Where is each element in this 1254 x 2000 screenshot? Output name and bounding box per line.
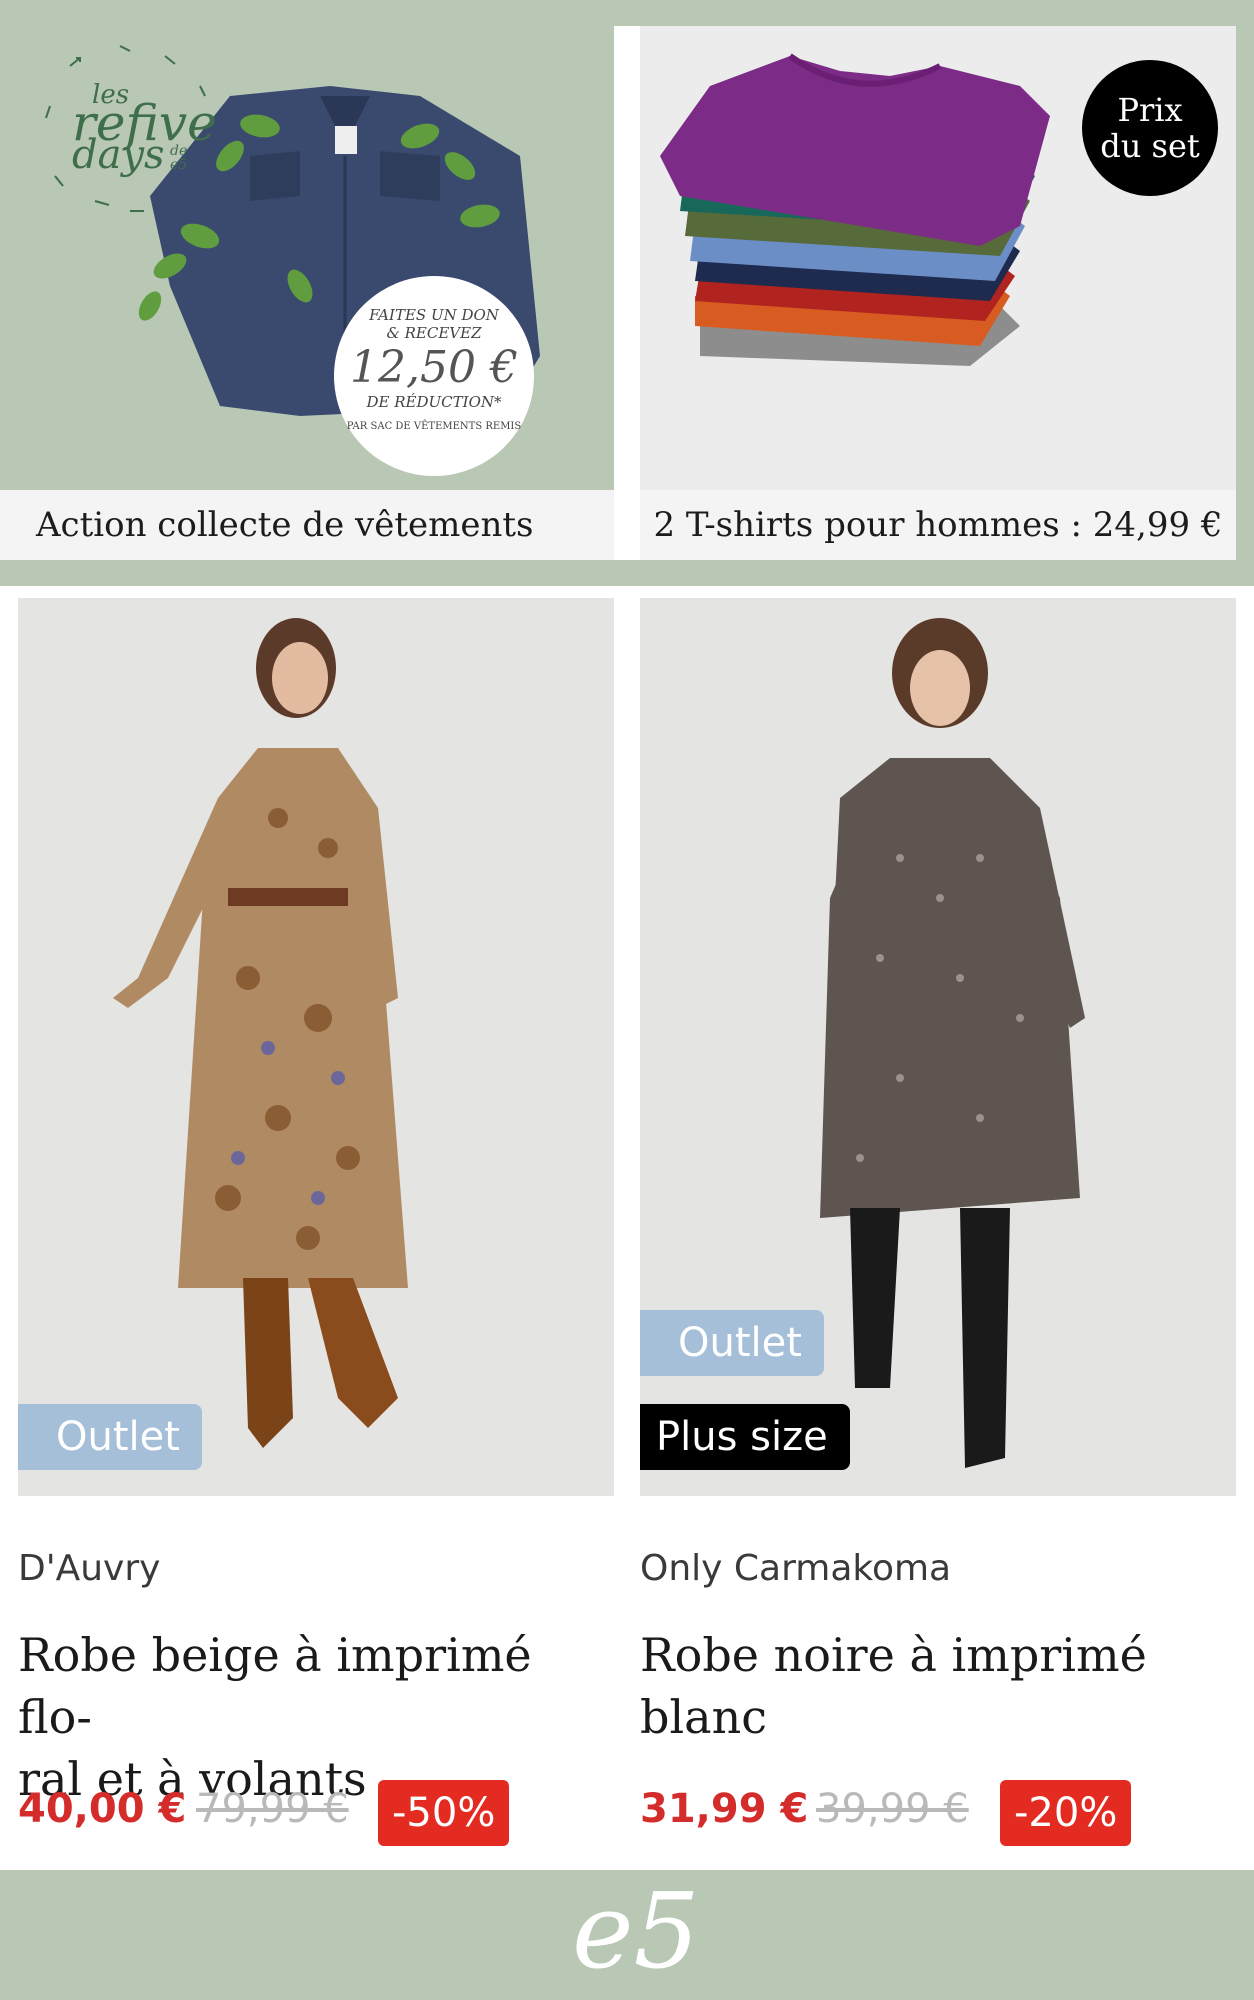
promo-right-caption[interactable]: 2 T-shirts pour hommes : 24,99 €: [640, 490, 1236, 560]
badge-amount: 12,50 €: [350, 342, 518, 393]
discount-badge-2: -20%: [1000, 1780, 1132, 1846]
tshirt-set-banner[interactable]: Prix du set: [640, 26, 1236, 490]
set-price-badge-line2: du set: [1100, 127, 1200, 165]
donation-badge: FAITES UN DON & RECEVEZ 12,50 € DE RÉDUC…: [334, 276, 534, 476]
product-old-price-2: 39,99 €: [816, 1786, 969, 1832]
product-title-2[interactable]: Robe noire à imprimé blanc: [640, 1624, 1240, 1748]
product-price-2: 31,99 €: [640, 1786, 809, 1832]
product-title-2-line1: Robe noire à imprimé: [640, 1628, 1147, 1682]
refive-days-banner[interactable]: les refive days de e5 FAITES UN DON & RE…: [0, 26, 614, 490]
badge-line2: & RECEVEZ: [386, 324, 482, 342]
plus-size-tag: Plus size: [640, 1404, 850, 1470]
product-brand-1[interactable]: D'Auvry: [18, 1548, 160, 1589]
badge-line1: FAITES UN DON: [369, 306, 499, 324]
product-title-1[interactable]: Robe beige à imprimé flo- ral et à volan…: [18, 1624, 618, 1810]
refive-logo-days: days: [72, 132, 165, 178]
divider-band: [0, 560, 1254, 586]
set-price-badge-line1: Prix: [1117, 91, 1183, 129]
promo-right-caption-text: 2 T-shirts pour hommes : 24,99 €: [653, 505, 1223, 545]
gutter: [614, 26, 640, 586]
product-brand-2[interactable]: Only Carmakoma: [640, 1548, 951, 1589]
product-image-1[interactable]: Outlet: [18, 598, 614, 1496]
product-old-price-1: 79,99 €: [196, 1786, 349, 1832]
outlet-tag-2: Outlet: [640, 1310, 824, 1376]
e5-logo[interactable]: e5: [572, 1870, 700, 1992]
product-price-1: 40,00 €: [18, 1786, 187, 1832]
promo-left-caption[interactable]: Action collecte de vêtements: [0, 490, 614, 560]
model-floral-dress-illustration: [113, 618, 408, 1448]
badge-line4: PAR SAC DE VÊTEMENTS REMIS: [346, 421, 522, 432]
outlet-tag-1: Outlet: [18, 1404, 202, 1470]
product-image-2[interactable]: Outlet Plus size: [640, 598, 1236, 1496]
promo-left-caption-text: Action collecte de vêtements: [36, 505, 534, 545]
product-title-2-line2: blanc: [640, 1690, 767, 1744]
set-price-badge: Prix du set: [1082, 60, 1218, 196]
footer-bar: e5: [0, 1870, 1254, 2000]
refive-logo-e5: de e5: [170, 143, 188, 173]
right-frame: [1236, 0, 1254, 585]
discount-badge-1: -50%: [378, 1780, 510, 1846]
badge-line3: DE RÉDUCTION*: [366, 393, 502, 411]
product-title-1-line1: Robe beige à imprimé flo-: [18, 1628, 532, 1744]
